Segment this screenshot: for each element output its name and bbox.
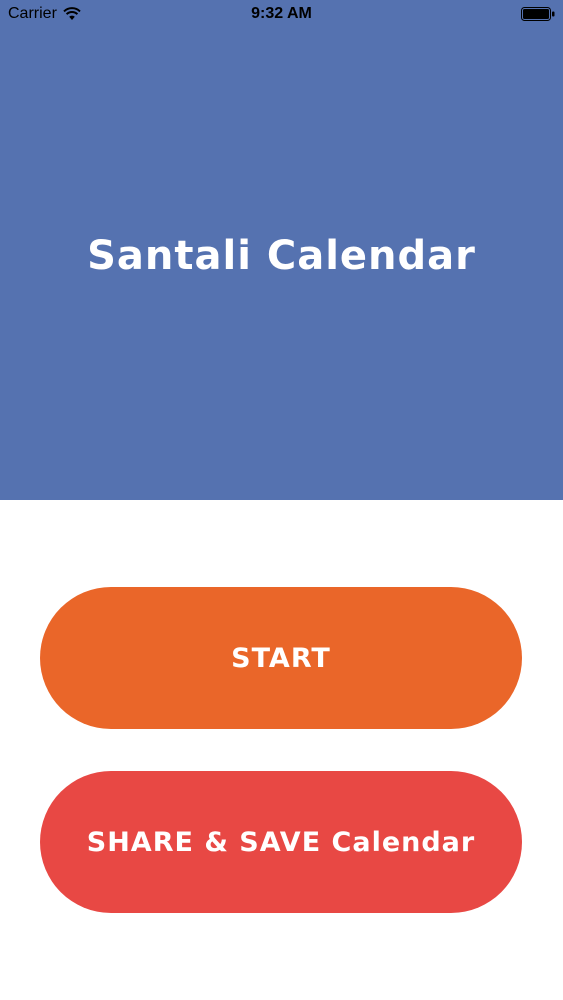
battery-icon <box>521 7 555 21</box>
start-button[interactable]: START <box>40 587 522 729</box>
app-title: Santali Calendar <box>87 233 476 279</box>
status-time: 9:32 AM <box>251 5 312 22</box>
header-banner: Santali Calendar <box>0 0 563 500</box>
share-save-calendar-button[interactable]: SHARE & SAVE Calendar <box>40 771 522 913</box>
status-bar: Carrier 9:32 AM <box>0 0 563 28</box>
